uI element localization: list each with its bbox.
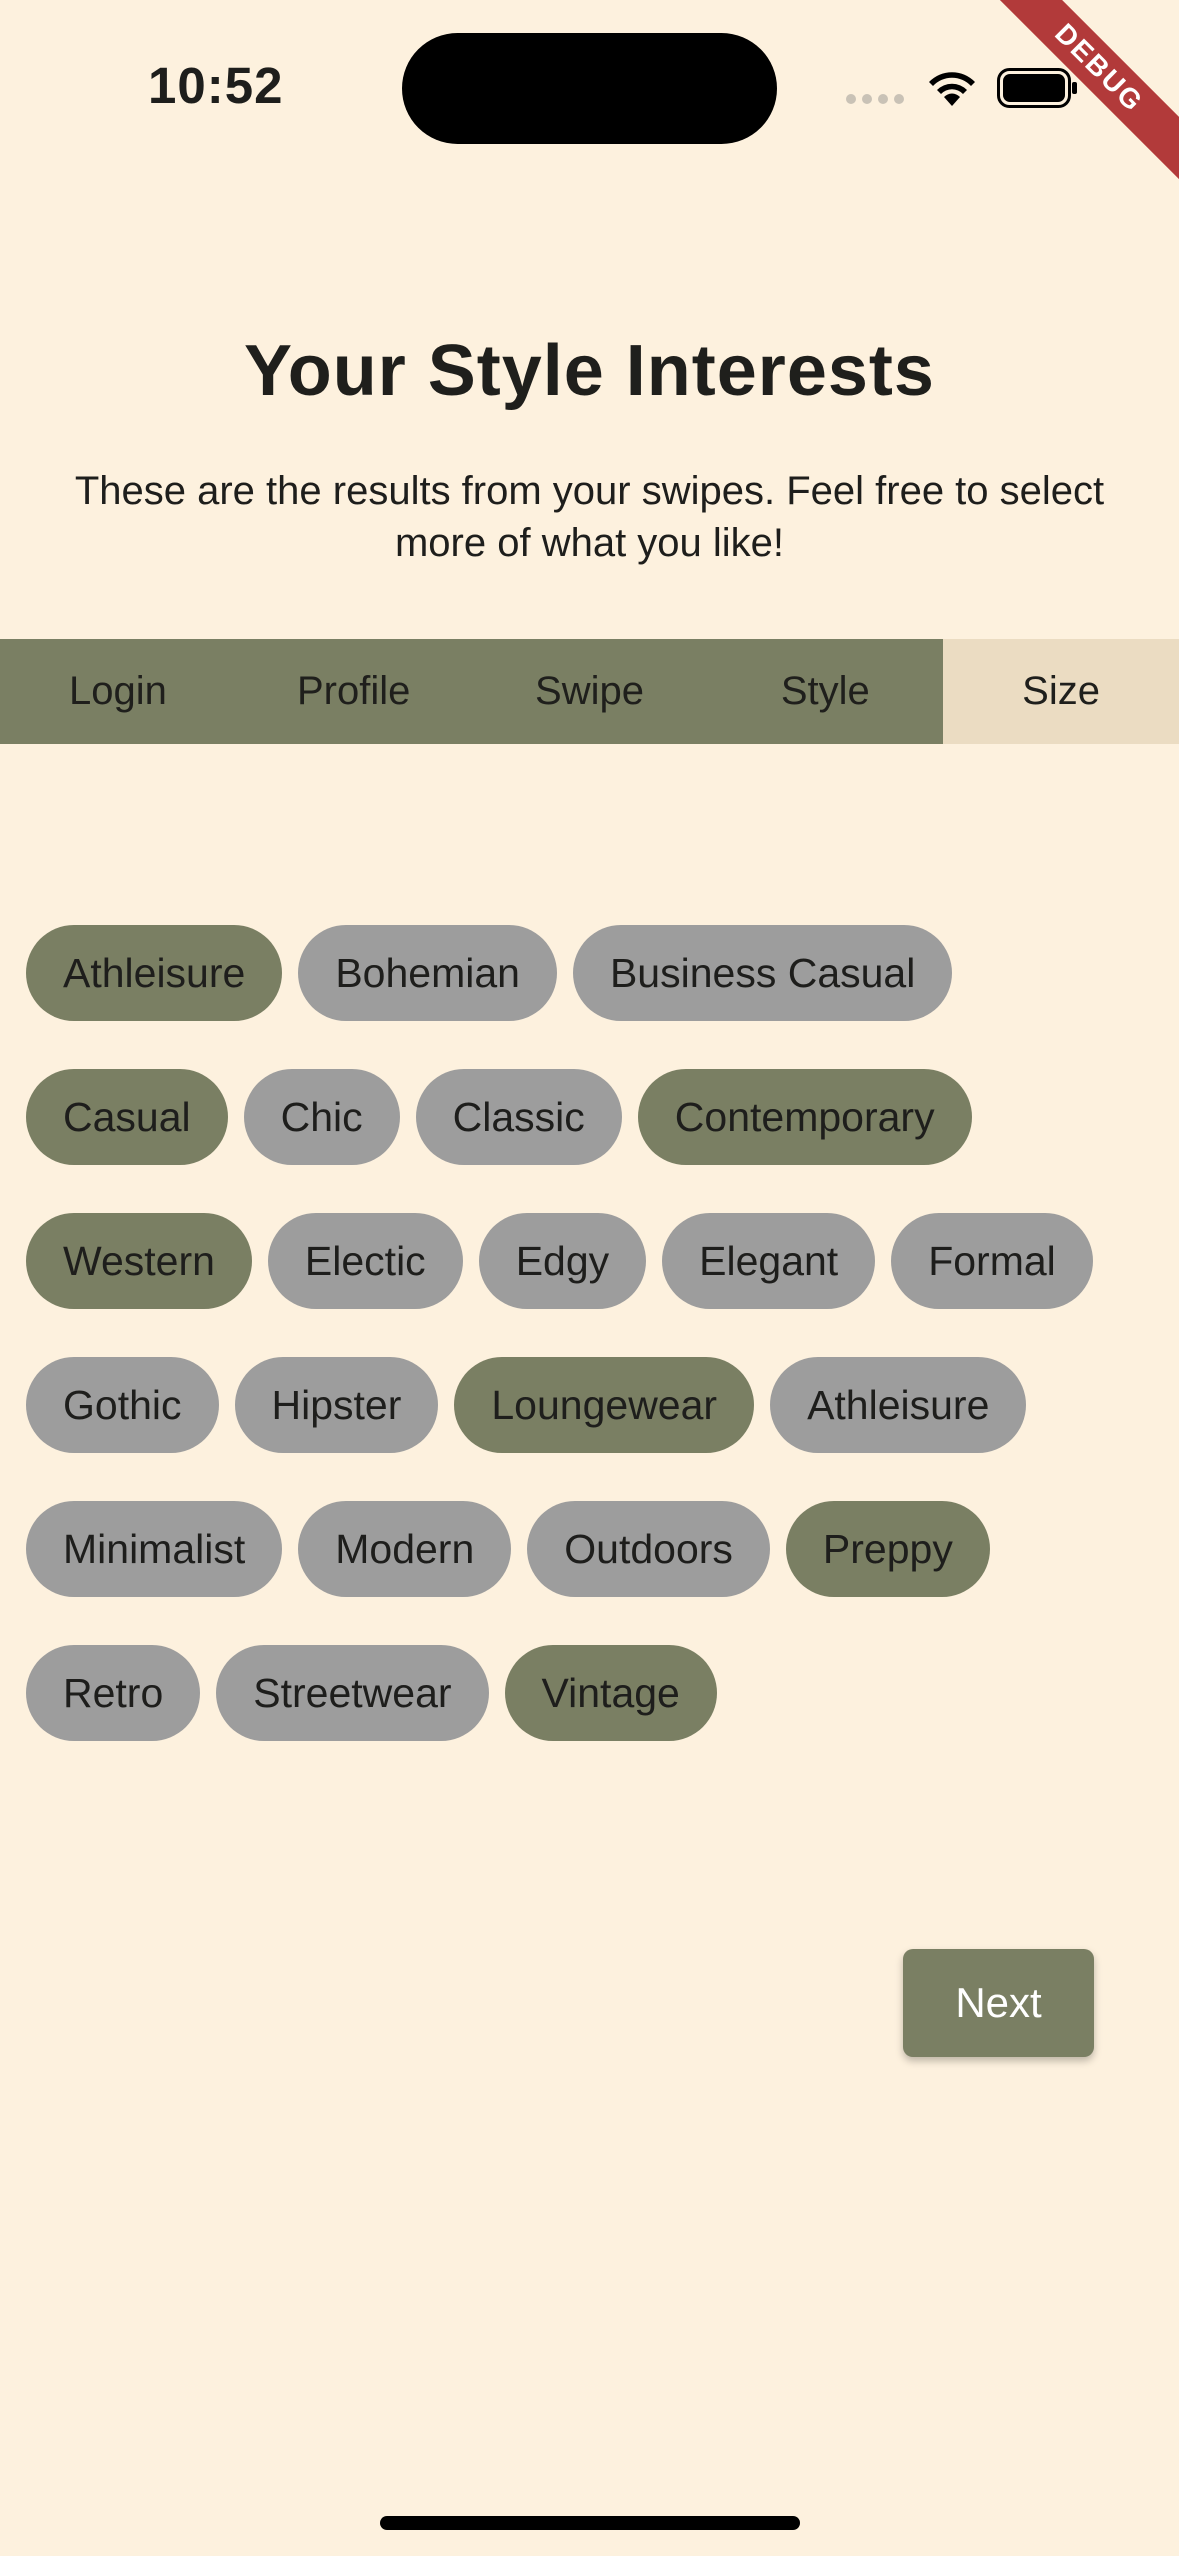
tab-swipe[interactable]: Swipe — [471, 639, 708, 744]
tab-size[interactable]: Size — [943, 639, 1179, 744]
style-chip[interactable]: Preppy — [785, 1501, 990, 1597]
tab-bar: Login Profile Swipe Style Size — [0, 639, 1179, 744]
style-chip[interactable]: Business Casual — [572, 925, 953, 1021]
style-chip[interactable]: Loungewear — [454, 1357, 755, 1453]
style-chip[interactable]: Casual — [26, 1069, 228, 1165]
status-time: 10:52 — [148, 57, 284, 114]
style-chip[interactable]: Vintage — [504, 1645, 717, 1741]
style-chip[interactable]: Streetwear — [216, 1645, 489, 1741]
style-chip[interactable]: Retro — [26, 1645, 201, 1741]
style-chip[interactable]: Electic — [267, 1213, 463, 1309]
style-chip[interactable]: Edgy — [478, 1213, 647, 1309]
style-chip[interactable]: Formal — [891, 1213, 1093, 1309]
style-chip[interactable]: Outdoors — [527, 1501, 770, 1597]
style-chip[interactable]: Hipster — [234, 1357, 439, 1453]
page-title: Your Style Interests — [244, 331, 935, 411]
style-chip[interactable]: Gothic — [26, 1357, 219, 1453]
dynamic-island — [402, 33, 777, 144]
style-chip[interactable]: Minimalist — [26, 1501, 283, 1597]
style-chip[interactable]: Contemporary — [637, 1069, 972, 1165]
style-chip[interactable]: Elegant — [662, 1213, 876, 1309]
style-chip[interactable]: Athleisure — [26, 925, 283, 1021]
tab-style[interactable]: Style — [707, 639, 944, 744]
style-chip[interactable]: Modern — [298, 1501, 512, 1597]
style-chip[interactable]: Bohemian — [298, 925, 557, 1021]
style-chip[interactable]: Western — [26, 1213, 252, 1309]
page-subtitle: These are the results from your swipes. … — [74, 469, 1105, 565]
battery-icon — [997, 68, 1077, 108]
tab-profile[interactable]: Profile — [235, 639, 472, 744]
wifi-icon — [929, 72, 975, 106]
cellular-signal-icon — [846, 94, 904, 104]
tab-login[interactable]: Login — [0, 639, 236, 744]
style-chip[interactable]: Classic — [415, 1069, 622, 1165]
next-button[interactable]: Next — [903, 1949, 1094, 2057]
home-indicator[interactable] — [380, 2516, 800, 2530]
style-chip[interactable]: Athleisure — [770, 1357, 1027, 1453]
style-chip-list: Athleisure Bohemian Business Casual Casu… — [26, 925, 1166, 1741]
style-chip[interactable]: Chic — [243, 1069, 400, 1165]
